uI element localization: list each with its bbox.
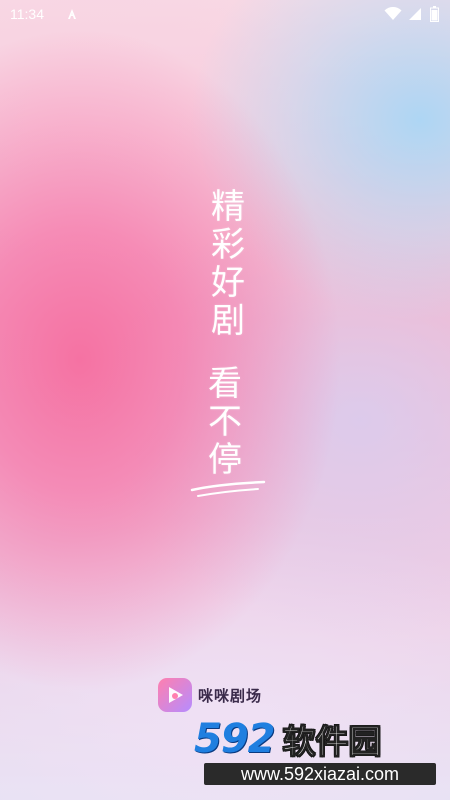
site-watermark: 592 软件园 www.592xiazai.com [194,707,446,793]
slogan-char: 彩 [211,225,245,265]
slogan-char: 看 [208,364,242,404]
battery-icon [430,6,439,22]
signal-icon [409,8,421,20]
splash-screen: 11:34 精 彩 好 剧 看 不 停 咪咪剧场 592 软件园 www.592… [0,0,450,800]
a-notification-icon [68,9,76,19]
underline-swoosh [190,480,266,497]
slogan-char: 剧 [211,301,245,341]
watermark-url: www.592xiazai.com [204,763,436,785]
slogan-char: 精 [211,187,245,227]
slogan-char: 停 [208,440,242,480]
watermark-number: 592 [194,716,275,762]
watermark-text: 软件园 [282,722,382,762]
slogan-char: 好 [211,263,245,303]
slogan-column-1: 精 彩 好 剧 [206,188,250,340]
slogan-column-2: 看 不 停 [203,365,247,479]
slogan-char: 不 [208,402,242,442]
play-heart-icon [158,678,192,712]
status-bar: 11:34 [0,0,450,30]
wifi-icon [384,7,402,20]
status-time: 11:34 [10,6,44,22]
app-name: 咪咪剧场 [198,686,263,705]
